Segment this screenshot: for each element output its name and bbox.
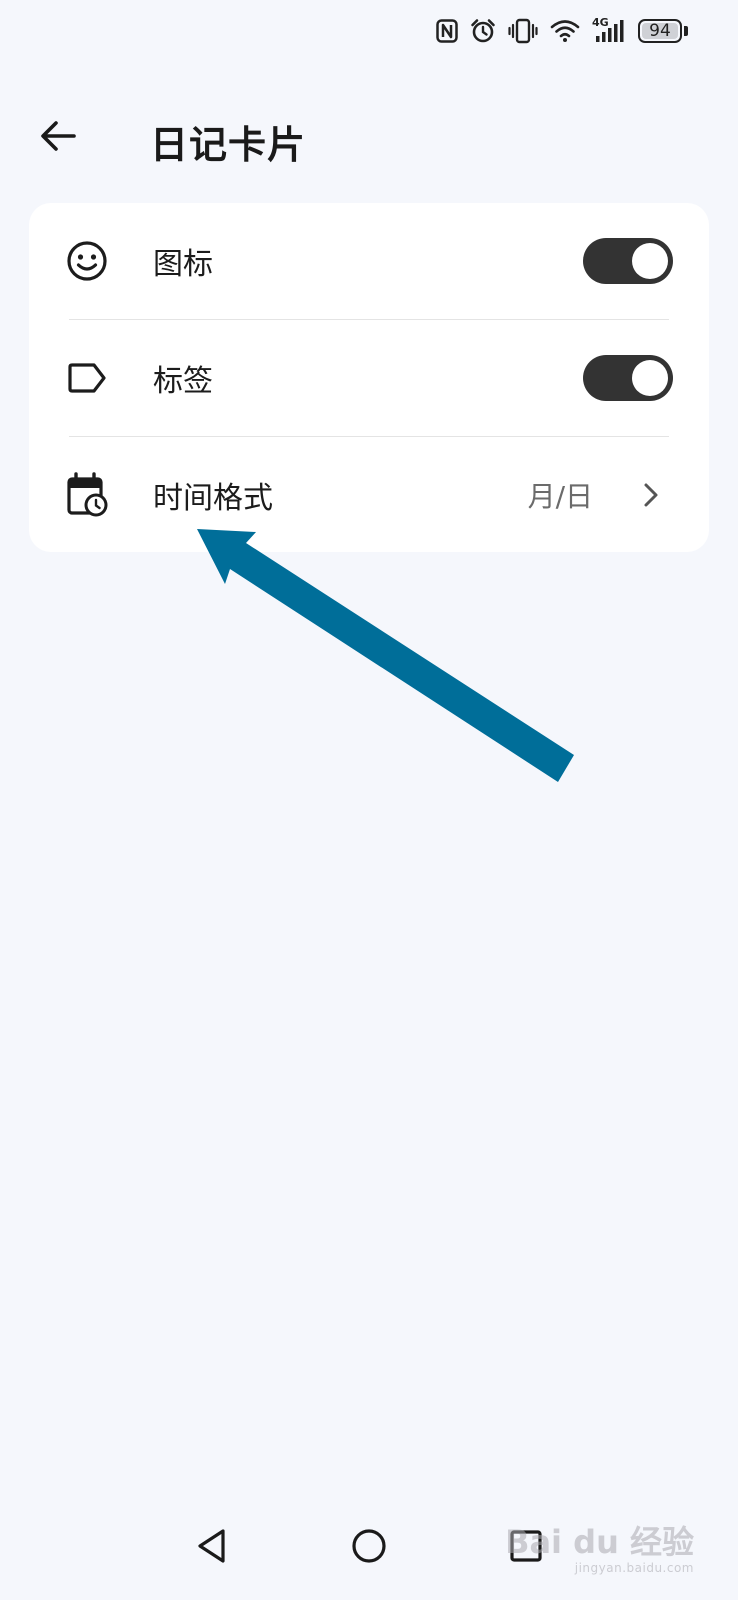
signal-icon: 4G <box>592 16 626 44</box>
navigation-bar: Bai du 经验 jingyan.baidu.com <box>0 1500 738 1600</box>
wifi-icon <box>550 19 580 43</box>
status-bar: 4G 94 <box>0 0 738 70</box>
nfc-icon <box>436 19 458 43</box>
watermark-text: Bai du 经验 <box>505 1523 694 1561</box>
settings-row-tag[interactable]: 标签 <box>29 320 709 436</box>
settings-row-label: 标签 <box>153 364 213 399</box>
toggle-knob <box>632 360 668 396</box>
back-triangle-icon <box>195 1528 229 1568</box>
settings-row-time-format[interactable]: 时间格式 月/日 <box>29 437 709 553</box>
time-format-value: 月/日 <box>527 480 593 513</box>
home-circle-icon <box>351 1528 387 1568</box>
vibrate-icon <box>508 18 538 44</box>
smiley-icon <box>65 239 109 283</box>
icon-toggle[interactable] <box>583 238 673 284</box>
nav-home-button[interactable] <box>341 1520 397 1576</box>
status-icons: 4G 94 <box>436 16 688 44</box>
chevron-right-icon <box>639 483 663 507</box>
annotation-arrow-shape <box>197 529 574 782</box>
arrow-left-icon <box>38 118 78 158</box>
battery-icon: 94 <box>638 19 682 43</box>
battery-level: 94 <box>649 20 671 41</box>
watermark-sub: jingyan.baidu.com <box>574 1561 694 1575</box>
watermark: Bai du 经验 jingyan.baidu.com <box>505 1526 694 1574</box>
settings-row-label: 时间格式 <box>153 481 273 516</box>
settings-row-icon[interactable]: 图标 <box>29 203 709 319</box>
header: 日记卡片 <box>0 100 738 176</box>
tag-toggle[interactable] <box>583 355 673 401</box>
nav-back-button[interactable] <box>184 1520 240 1576</box>
settings-card: 图标 标签 时间格式 月/日 <box>29 203 709 552</box>
page-title: 日记卡片 <box>150 123 307 167</box>
battery-cap <box>684 26 688 36</box>
toggle-knob <box>632 243 668 279</box>
settings-row-label: 图标 <box>153 247 213 282</box>
tag-icon <box>65 356 109 400</box>
alarm-icon <box>470 18 496 44</box>
back-button[interactable] <box>30 110 86 166</box>
calendar-clock-icon <box>65 472 109 517</box>
